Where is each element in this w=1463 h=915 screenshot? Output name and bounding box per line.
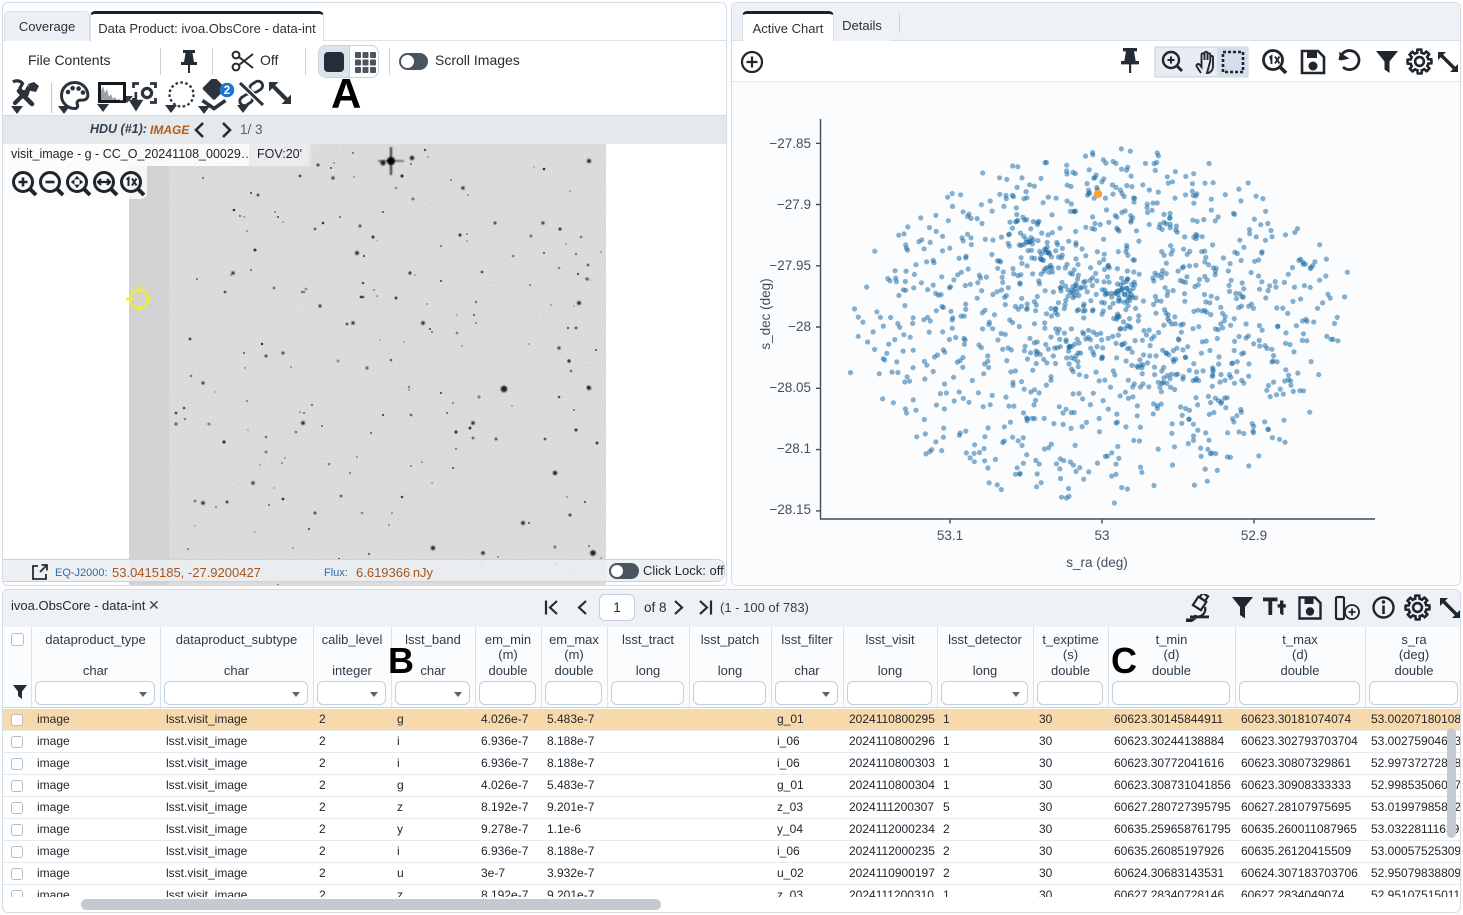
svg-text:−28.05: −28.05 [769, 380, 811, 395]
svg-text:−27.9: −27.9 [777, 197, 811, 212]
svg-text:−27.95: −27.95 [769, 258, 811, 273]
svg-text:−28: −28 [788, 319, 811, 334]
svg-text:53.1: 53.1 [937, 528, 963, 543]
svg-text:2: 2 [224, 85, 230, 97]
svg-text:s_dec (deg): s_dec (deg) [758, 278, 773, 349]
svg-text:−28.15: −28.15 [769, 502, 811, 517]
svg-text:s_ra (deg): s_ra (deg) [1066, 555, 1128, 570]
svg-text:−27.85: −27.85 [769, 136, 811, 151]
svg-text:53: 53 [1094, 528, 1109, 543]
svg-text:52.9: 52.9 [1241, 528, 1267, 543]
svg-text:−28.1: −28.1 [777, 441, 811, 456]
